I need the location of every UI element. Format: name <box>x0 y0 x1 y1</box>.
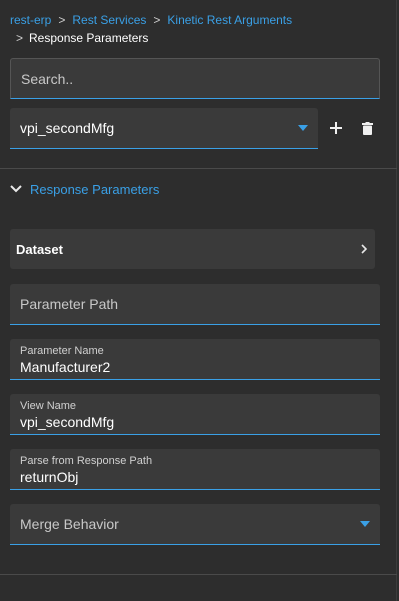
parse-response-path-label: Parse from Response Path <box>20 455 153 467</box>
breadcrumb-separator: > <box>58 13 66 27</box>
parameter-name-field[interactable]: Parameter Name Manufacturer2 <box>10 339 380 380</box>
parameter-name-value: Manufacturer2 <box>20 359 111 375</box>
chevron-down-icon <box>298 125 308 131</box>
chevron-down-icon <box>10 185 22 193</box>
add-button[interactable] <box>326 117 346 139</box>
breadcrumb-link-rest-erp[interactable]: rest-erp <box>10 13 51 27</box>
view-name-field[interactable]: View Name vpi_secondMfg <box>10 394 380 435</box>
dataset-row[interactable]: Dataset <box>10 229 375 269</box>
chevron-down-icon <box>360 521 370 527</box>
merge-behavior-placeholder: Merge Behavior <box>20 516 119 532</box>
divider <box>0 168 397 169</box>
search-box <box>10 58 380 99</box>
breadcrumb-separator: > <box>153 13 161 27</box>
side-panel: rest-erp > Rest Services > Kinetic Rest Argu… <box>0 0 397 601</box>
breadcrumb-separator: > <box>16 31 24 45</box>
divider <box>0 574 397 575</box>
plus-icon <box>330 122 342 134</box>
parameter-path-placeholder: Parameter Path <box>20 296 119 312</box>
search-input[interactable] <box>21 70 369 87</box>
breadcrumb-row: rest-erp > Rest Services > Kinetic Rest Argu… <box>10 11 390 29</box>
breadcrumb-current: Response Parameters <box>29 31 149 45</box>
parameter-path-field[interactable]: Parameter Path <box>10 284 380 325</box>
view-name-value: vpi_secondMfg <box>20 414 115 430</box>
breadcrumb-link-kinetic-rest-arguments[interactable]: Kinetic Rest Arguments <box>167 13 292 27</box>
merge-behavior-dropdown[interactable]: Merge Behavior <box>10 504 380 545</box>
parameter-name-label: Parameter Name <box>20 345 104 357</box>
view-selector-dropdown[interactable]: vpi_secondMfg <box>10 108 318 149</box>
breadcrumb-link-rest-services[interactable]: Rest Services <box>72 13 146 27</box>
breadcrumb-row: > Response Parameters <box>10 29 390 47</box>
section-title: Response Parameters <box>30 181 160 197</box>
parse-response-path-value: returnObj <box>20 469 79 485</box>
breadcrumb: rest-erp > Rest Services > Kinetic Rest Argu… <box>10 11 390 47</box>
parse-response-path-field[interactable]: Parse from Response Path returnObj <box>10 449 380 490</box>
response-parameters-section-toggle[interactable]: Response Parameters <box>10 178 159 200</box>
view-name-label: View Name <box>20 400 77 412</box>
delete-button[interactable] <box>357 117 377 139</box>
view-selector-value: vpi_secondMfg <box>20 120 115 136</box>
dataset-label: Dataset <box>16 241 63 257</box>
trash-icon <box>361 121 373 135</box>
chevron-right-icon <box>361 244 367 254</box>
